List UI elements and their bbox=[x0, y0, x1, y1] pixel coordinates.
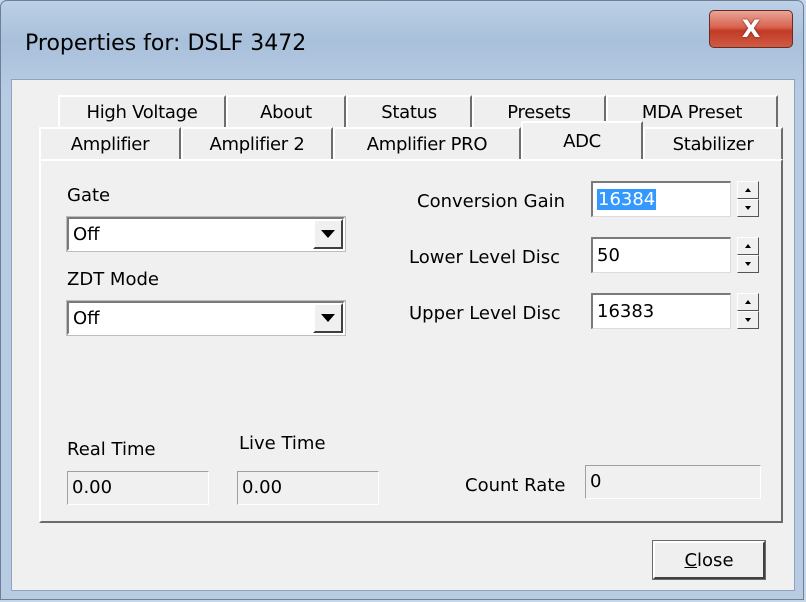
title-bar[interactable]: Properties for: DSLF 3472 X bbox=[1, 1, 803, 87]
close-button[interactable]: Close bbox=[652, 540, 766, 580]
count-rate-value: 0 bbox=[590, 471, 602, 492]
chevron-down-icon bbox=[321, 230, 335, 238]
zdt-mode-value: Off bbox=[73, 308, 100, 329]
up-arrow-icon bbox=[745, 244, 751, 248]
chevron-down-icon bbox=[321, 314, 335, 322]
real-time-field: 0.00 bbox=[67, 471, 209, 505]
spin-up-button[interactable] bbox=[737, 293, 759, 311]
tab-label: MDA Preset bbox=[641, 101, 743, 123]
upper-level-disc-value: 16383 bbox=[597, 301, 655, 322]
tab-label: Stabilizer bbox=[672, 133, 754, 155]
live-time-label: Live Time bbox=[239, 433, 326, 454]
upper-level-disc-spinner[interactable] bbox=[737, 293, 759, 329]
upper-level-disc-label: Upper Level Disc bbox=[409, 303, 561, 324]
dropdown-button[interactable] bbox=[313, 219, 343, 249]
properties-window: Properties for: DSLF 3472 X High Voltage… bbox=[0, 0, 804, 600]
down-arrow-icon bbox=[745, 262, 751, 266]
up-arrow-icon bbox=[745, 188, 751, 192]
conversion-gain-spinner[interactable] bbox=[737, 181, 759, 217]
lower-level-disc-value: 50 bbox=[597, 245, 620, 266]
window-title: Properties for: DSLF 3472 bbox=[25, 31, 307, 56]
gate-value: Off bbox=[73, 224, 100, 245]
lower-level-disc-input[interactable]: 50 bbox=[591, 237, 731, 273]
tab-label: High Voltage bbox=[86, 101, 198, 123]
zdt-mode-dropdown[interactable]: Off bbox=[66, 300, 346, 336]
conversion-gain-value: 16384 bbox=[597, 189, 657, 210]
close-label: lose bbox=[697, 549, 734, 571]
gate-dropdown[interactable]: Off bbox=[66, 216, 346, 252]
close-icon: X bbox=[741, 15, 761, 43]
tab-label: Status bbox=[381, 101, 437, 123]
spin-down-button[interactable] bbox=[737, 199, 759, 217]
tab-label: Amplifier 2 bbox=[209, 133, 305, 155]
live-time-value: 0.00 bbox=[242, 477, 283, 498]
zdt-mode-label: ZDT Mode bbox=[67, 269, 159, 290]
upper-level-disc-input[interactable]: 16383 bbox=[591, 293, 731, 329]
lower-level-disc-label: Lower Level Disc bbox=[409, 247, 561, 268]
adc-tab-panel: Gate Off ZDT Mode Off Conversion Gain 16… bbox=[39, 159, 783, 523]
down-arrow-icon bbox=[745, 318, 751, 322]
tab-amplifier-pro[interactable]: Amplifier PRO bbox=[333, 127, 521, 159]
gate-label: Gate bbox=[67, 185, 111, 206]
window-close-button[interactable]: X bbox=[709, 10, 793, 48]
conversion-gain-label: Conversion Gain bbox=[417, 191, 566, 212]
tab-label: Amplifier PRO bbox=[366, 133, 488, 155]
spin-up-button[interactable] bbox=[737, 181, 759, 199]
close-mnemonic: C bbox=[684, 549, 698, 571]
tab-amplifier-2[interactable]: Amplifier 2 bbox=[181, 127, 333, 159]
tab-adc[interactable]: ADC bbox=[521, 121, 643, 159]
count-rate-field: 0 bbox=[585, 465, 761, 499]
tab-status[interactable]: Status bbox=[346, 95, 472, 127]
real-time-label: Real Time bbox=[67, 439, 156, 460]
spin-up-button[interactable] bbox=[737, 237, 759, 255]
tab-label: Presets bbox=[507, 101, 571, 123]
real-time-value: 0.00 bbox=[72, 477, 113, 498]
down-arrow-icon bbox=[745, 206, 751, 210]
conversion-gain-input[interactable]: 16384 bbox=[591, 181, 731, 217]
live-time-field: 0.00 bbox=[237, 471, 379, 505]
lower-level-disc-spinner[interactable] bbox=[737, 237, 759, 273]
spin-down-button[interactable] bbox=[737, 311, 759, 329]
count-rate-label: Count Rate bbox=[465, 475, 566, 496]
tab-stabilizer[interactable]: Stabilizer bbox=[643, 127, 783, 159]
dropdown-button[interactable] bbox=[313, 303, 343, 333]
tab-label: ADC bbox=[563, 130, 601, 152]
tab-high-voltage[interactable]: High Voltage bbox=[58, 95, 226, 127]
spin-down-button[interactable] bbox=[737, 255, 759, 273]
tab-about[interactable]: About bbox=[226, 95, 346, 127]
up-arrow-icon bbox=[745, 300, 751, 304]
tab-label: About bbox=[260, 101, 312, 123]
tab-amplifier[interactable]: Amplifier bbox=[39, 127, 181, 159]
tab-label: Amplifier bbox=[70, 133, 150, 155]
